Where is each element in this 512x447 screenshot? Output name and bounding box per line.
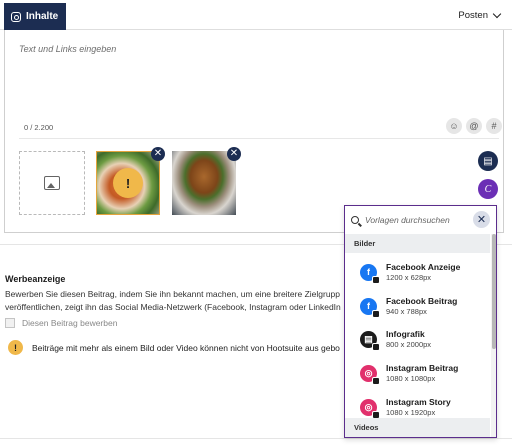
mention-button[interactable]: @ — [466, 118, 482, 134]
template-item-instagram-story[interactable]: ◎ Instagram Story 1080 x 1920px — [360, 393, 488, 421]
template-size: 940 x 788px — [386, 307, 427, 316]
promote-checkbox-label: Diesen Beitrag bewerben — [22, 318, 118, 328]
emoji-icon: ☺ — [449, 121, 459, 131]
template-size: 1080 x 1080px — [386, 374, 436, 383]
hashtag-icon: # — [491, 121, 497, 131]
ad-description: Bewerben Sie diesen Beitrag, indem Sie i… — [5, 288, 365, 313]
template-item-instagram-beitrag[interactable]: ◎ Instagram Beitrag 1080 x 1080px — [360, 359, 488, 387]
warning-icon: ! — [113, 168, 143, 198]
divider — [0, 438, 512, 439]
post-menu-button[interactable]: Posten — [458, 9, 502, 21]
instagram-icon: ◎ — [360, 398, 380, 419]
facebook-icon: f — [360, 263, 380, 284]
warning-icon: ! — [8, 340, 23, 355]
search-icon — [351, 215, 359, 224]
close-icon: ✕ — [476, 214, 487, 226]
template-name: Instagram Story — [386, 397, 451, 407]
template-search-input[interactable] — [365, 214, 465, 225]
template-size: 1080 x 1920px — [386, 408, 436, 417]
image-icon — [44, 176, 60, 190]
ad-description-line: veröffentlichen, zeigt ihn das Social Me… — [5, 301, 341, 312]
composer-header: Inhalte Posten — [0, 0, 512, 30]
template-size: 1200 x 628px — [386, 273, 432, 282]
tab-inhalte-label: Inhalte — [26, 11, 59, 22]
facebook-icon: f — [360, 297, 380, 318]
remove-media-button[interactable]: ✕ — [151, 147, 165, 161]
info-banner: ! Beiträge mit mehr als einem Bild oder … — [8, 340, 340, 355]
post-menu-label: Posten — [458, 10, 488, 21]
book-icon: ▤ — [483, 155, 493, 167]
add-media-button[interactable] — [19, 151, 85, 215]
instagram-icon — [11, 11, 21, 22]
text-input[interactable]: Text und Links eingeben — [19, 44, 116, 54]
remove-media-button[interactable]: ✕ — [227, 147, 241, 161]
template-item-facebook-beitrag[interactable]: f Facebook Beitrag 940 x 788px — [360, 292, 488, 320]
group-header-videos: Videos — [345, 418, 490, 437]
character-counter: 0 / 2.200 — [24, 123, 54, 132]
template-name: Facebook Anzeige — [386, 262, 461, 272]
template-picker: ✕ Bilder f Facebook Anzeige 1200 x 628px… — [344, 205, 497, 438]
hashtag-button[interactable]: # — [486, 118, 502, 134]
ad-description-line: Bewerben Sie diesen Beitrag, indem Sie i… — [5, 289, 341, 299]
info-message: Beiträge mit mehr als einem Bild oder Vi… — [32, 342, 340, 353]
canva-icon: C — [484, 183, 492, 195]
template-name: Facebook Beitrag — [386, 296, 458, 306]
post-editor: Text und Links eingeben 0 / 2.200 ☺ @ # … — [4, 30, 504, 233]
template-search: ✕ — [345, 206, 495, 233]
template-size: 800 x 2000px — [386, 340, 432, 349]
template-name: Instagram Beitrag — [386, 363, 459, 373]
template-item-facebook-anzeige[interactable]: f Facebook Anzeige 1200 x 628px — [360, 258, 488, 286]
media-thumbnail[interactable]: ! — [96, 151, 160, 215]
at-icon: @ — [469, 121, 479, 131]
template-item-infografik[interactable]: ▤ Infografik 800 x 2000px — [360, 325, 488, 353]
tab-inhalte[interactable]: Inhalte — [4, 3, 66, 30]
media-library-button[interactable]: ▤ — [478, 151, 498, 171]
promote-checkbox-row[interactable]: Diesen Beitrag bewerben — [5, 318, 117, 328]
group-header-images: Bilder — [345, 234, 490, 253]
template-name: Infografik — [386, 329, 425, 339]
media-thumbnail[interactable] — [172, 151, 236, 215]
chevron-down-icon — [492, 9, 502, 18]
canva-button[interactable]: C — [478, 179, 498, 199]
divider — [19, 138, 499, 139]
instagram-icon: ◎ — [360, 364, 380, 385]
scrollbar-thumb[interactable] — [492, 234, 496, 349]
promote-checkbox[interactable] — [5, 318, 15, 328]
close-button[interactable]: ✕ — [473, 211, 490, 228]
emoji-button[interactable]: ☺ — [446, 118, 462, 134]
infographic-icon: ▤ — [360, 330, 380, 351]
ad-section-title: Werbeanzeige — [5, 274, 66, 284]
